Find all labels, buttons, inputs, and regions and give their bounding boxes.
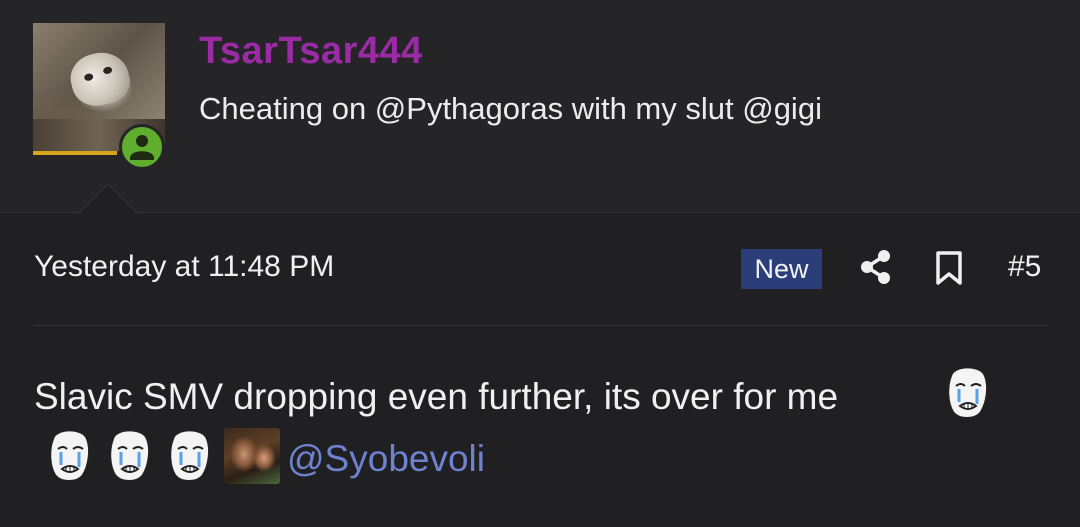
- post-author-header: TsarTsar444 Cheating on @Pythagoras with…: [0, 0, 1080, 213]
- crying-wojak-emoji: [43, 425, 95, 485]
- gif-thumbnail[interactable]: [224, 428, 280, 484]
- crying-wojak-emoji: [103, 425, 155, 485]
- post-timestamp[interactable]: Yesterday at 11:48 PM: [34, 250, 334, 284]
- author-username[interactable]: TsarTsar444: [199, 30, 423, 73]
- author-user-title: Cheating on @Pythagoras with my slut @gi…: [199, 91, 822, 126]
- author-avatar[interactable]: [33, 23, 165, 170]
- crying-wojak-emoji: [163, 425, 215, 485]
- user-mention-link[interactable]: @Syobevoli: [287, 438, 485, 480]
- post-number-link[interactable]: #5: [1008, 250, 1041, 284]
- meta-divider: [33, 325, 1048, 326]
- share-icon[interactable]: [859, 249, 893, 285]
- new-badge: New: [741, 249, 822, 289]
- bookmark-icon[interactable]: [934, 250, 964, 286]
- crying-wojak-emoji: [941, 362, 993, 422]
- user-online-icon: [119, 124, 165, 170]
- avatar-status-bar: [33, 151, 117, 155]
- post-body-text: Slavic SMV dropping even further, its ov…: [34, 376, 839, 417]
